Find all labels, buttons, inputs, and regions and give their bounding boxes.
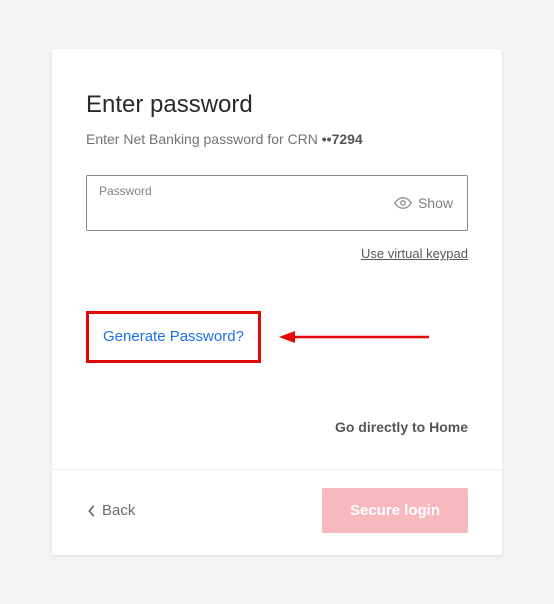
go-home-link[interactable]: Go directly to Home [335, 419, 468, 435]
back-button[interactable]: Back [86, 502, 135, 519]
login-card: Enter password Enter Net Banking passwor… [52, 49, 502, 555]
eye-icon [394, 194, 412, 212]
virtual-keypad-row: Use virtual keypad [86, 245, 468, 263]
annotation-arrow-icon [279, 329, 429, 345]
subtitle-text: Enter Net Banking password for CRN [86, 131, 322, 147]
annotation-highlight-box: Generate Password? [86, 311, 261, 363]
home-row: Go directly to Home [86, 419, 468, 437]
crn-masked: ••7294 [322, 131, 363, 147]
secure-login-button[interactable]: Secure login [322, 488, 468, 533]
page-title: Enter password [86, 91, 468, 119]
subtitle: Enter Net Banking password for CRN ••729… [86, 131, 468, 147]
generate-password-link[interactable]: Generate Password? [103, 328, 244, 345]
show-label: Show [418, 195, 453, 211]
chevron-left-icon [86, 504, 98, 518]
generate-password-row: Generate Password? [86, 311, 468, 363]
virtual-keypad-link[interactable]: Use virtual keypad [361, 246, 468, 261]
password-input[interactable] [99, 202, 348, 219]
footer-row: Back Secure login [52, 470, 502, 555]
password-field-wrap[interactable]: Password Show [86, 175, 468, 231]
back-label: Back [102, 502, 135, 519]
card-body: Enter password Enter Net Banking passwor… [52, 49, 502, 469]
show-password-toggle[interactable]: Show [394, 194, 453, 212]
